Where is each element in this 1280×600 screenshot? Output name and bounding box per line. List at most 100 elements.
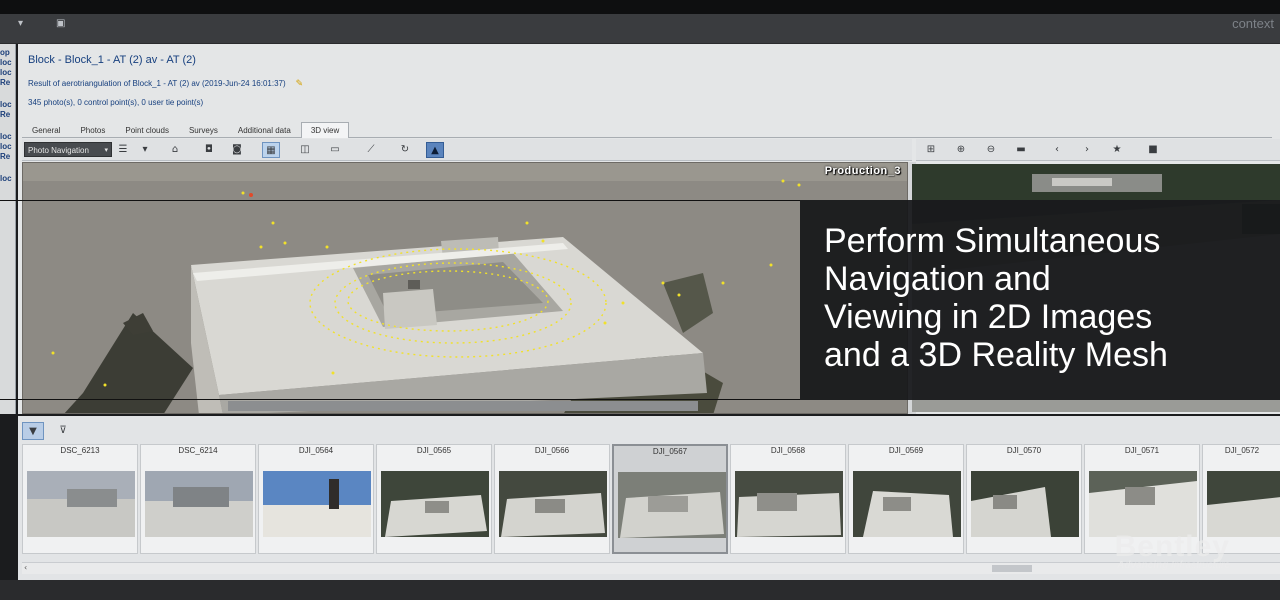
- photo-thumbnail[interactable]: DJI_0569: [848, 444, 964, 554]
- project-tree-panel: op loc loc Re loc Re loc loc Re loc: [0, 44, 16, 414]
- tree-fragment[interactable]: loc: [0, 132, 12, 141]
- tab-3d-view[interactable]: 3D view: [300, 122, 350, 138]
- tree-fragment[interactable]: loc: [0, 58, 12, 67]
- photo-name: DJI_0564: [298, 446, 334, 455]
- bentley-logo: Bentley Advancing Infrastructure: [1060, 530, 1230, 578]
- block-subtitle: Result of aerotriangulation of Block_1 -…: [28, 78, 303, 89]
- photo-strip-toolbar: ▼ ⊽: [20, 420, 1278, 440]
- photo-image: [735, 471, 843, 537]
- navigation-mode-value: Photo Navigation: [28, 146, 89, 155]
- zoom-in-icon[interactable]: ⊕: [952, 142, 970, 158]
- block-tabs: General Photos Point clouds Surveys Addi…: [22, 122, 1272, 138]
- logo-tag-bold: Advancing: [1117, 560, 1169, 571]
- caption-line: Navigation and: [824, 260, 1051, 298]
- logo-tag-rest: Infrastructure: [1168, 560, 1230, 571]
- photo-image: [499, 471, 607, 537]
- photo-thumbnail[interactable]: DJI_0566: [494, 444, 610, 554]
- logo-name: Bentley: [1114, 530, 1230, 563]
- overlay-rule-bottom: [0, 399, 800, 400]
- fit-icon[interactable]: ⊞: [922, 142, 940, 158]
- block-subtitle-text: Result of aerotriangulation of Block_1 -…: [28, 79, 286, 88]
- app-title-strip: ▾ ▣ context: [0, 14, 1280, 44]
- photo-name: DJI_0570: [1006, 446, 1042, 455]
- lock-icon[interactable]: ■: [1144, 142, 1162, 158]
- tab-photos[interactable]: Photos: [70, 122, 115, 138]
- photo-name: DJI_0572: [1224, 446, 1260, 455]
- photo-name: DJI_0571: [1124, 446, 1160, 455]
- edit-pencil-icon[interactable]: ✎: [296, 78, 304, 88]
- zoom-out-icon[interactable]: ⊖: [982, 142, 1000, 158]
- camera-icon[interactable]: ◘: [200, 142, 218, 158]
- window-icon[interactable]: ▣: [56, 18, 70, 30]
- photo-thumbnail-selected[interactable]: DJI_0567: [612, 444, 728, 554]
- screen-icon[interactable]: ▭: [326, 142, 344, 158]
- layers-icon[interactable]: ☰: [114, 142, 132, 158]
- photo-name: DJI_0569: [888, 446, 924, 455]
- block-stats: 345 photo(s), 0 control point(s), 0 user…: [28, 98, 204, 107]
- measure-icon[interactable]: ⟋: [362, 142, 380, 158]
- tree-fragment[interactable]: loc: [0, 68, 12, 77]
- caption-line: Perform Simultaneous: [824, 222, 1161, 260]
- overlay-rule-top: [0, 200, 800, 201]
- logo-tagline: Advancing Infrastructure: [1060, 560, 1230, 571]
- caption-line: Viewing in 2D Images: [824, 298, 1153, 336]
- chevron-down-icon[interactable]: ▾: [136, 142, 154, 158]
- tree-fragment[interactable]: Re: [0, 110, 10, 119]
- viewer-toolbar: Photo Navigation ▾ ☰ ▾ ⌂ ◘ ◙ ▦ ◫ ▭ ⟋ ↻ ▲: [22, 139, 912, 161]
- scroll-left-icon[interactable]: ‹: [24, 563, 27, 572]
- window-bottom-bar: [0, 580, 1280, 600]
- filter-icon[interactable]: ▼: [22, 422, 44, 440]
- photo-toolbar: ⊞ ⊕ ⊖ ▬ ‹ › ★ ■: [916, 139, 1280, 161]
- tab-general[interactable]: General: [22, 122, 70, 138]
- home-icon[interactable]: ⌂: [166, 142, 184, 158]
- tree-fragment[interactable]: Re: [0, 152, 10, 161]
- viewport-production-label: Production_3: [824, 165, 901, 177]
- photo-image: [263, 471, 371, 537]
- tab-point-clouds[interactable]: Point clouds: [115, 122, 179, 138]
- wireframe-icon[interactable]: ◫: [296, 142, 314, 158]
- caption-text: Perform Simultaneous Navigation and View…: [824, 222, 1274, 374]
- photo-image: [1089, 471, 1197, 537]
- photo-image: [381, 471, 489, 537]
- photo-thumbnail[interactable]: DSC_6214: [140, 444, 256, 554]
- tree-fragment[interactable]: Re: [0, 78, 10, 87]
- photo-name: DJI_0565: [416, 446, 452, 455]
- photo-thumbnail[interactable]: DJI_0568: [730, 444, 846, 554]
- refresh-icon[interactable]: ↻: [396, 142, 414, 158]
- scrollbar-thumb[interactable]: [992, 565, 1032, 572]
- tree-fragment[interactable]: op: [0, 48, 10, 57]
- tree-fragment[interactable]: loc: [0, 100, 12, 109]
- photo-image: [145, 471, 253, 537]
- window-top-bar: [0, 0, 1280, 14]
- photo-image: [1207, 471, 1280, 537]
- lock-icon[interactable]: ▲: [426, 142, 444, 158]
- camera-filled-icon[interactable]: ◙: [228, 142, 246, 158]
- photo-image: [853, 471, 961, 537]
- photo-thumbnail[interactable]: DJI_0565: [376, 444, 492, 554]
- next-icon[interactable]: ›: [1078, 142, 1096, 158]
- menu-icon[interactable]: ▾: [18, 18, 32, 30]
- filter-edit-icon[interactable]: ⊽: [52, 422, 74, 440]
- star-icon[interactable]: ★: [1108, 142, 1126, 158]
- tree-fragment[interactable]: loc: [0, 174, 12, 183]
- photo-image: [27, 471, 135, 537]
- photo-name: DJI_0568: [770, 446, 806, 455]
- photo-name: DJI_0566: [534, 446, 570, 455]
- block-title: Block - Block_1 - AT (2) av - AT (2): [28, 54, 196, 66]
- screen: ▾ ▣ context op loc loc Re loc Re loc loc…: [0, 0, 1280, 600]
- chevron-down-icon: ▾: [104, 146, 108, 154]
- navigation-mode-select[interactable]: Photo Navigation ▾: [24, 142, 112, 157]
- photo-thumbnail[interactable]: DSC_6213: [22, 444, 138, 554]
- minus-icon[interactable]: ▬: [1012, 142, 1030, 158]
- photo-image: [971, 471, 1079, 537]
- tree-fragment[interactable]: loc: [0, 142, 12, 151]
- tab-additional-data[interactable]: Additional data: [228, 122, 301, 138]
- photo-image: [618, 472, 726, 538]
- photo-thumbnail[interactable]: DJI_0564: [258, 444, 374, 554]
- tab-surveys[interactable]: Surveys: [179, 122, 228, 138]
- photo-name: DSC_6213: [60, 446, 100, 455]
- caption-line: and a 3D Reality Mesh: [824, 336, 1168, 374]
- brand-fragment: context: [1232, 16, 1274, 31]
- prev-icon[interactable]: ‹: [1048, 142, 1066, 158]
- checkerboard-icon[interactable]: ▦: [262, 142, 280, 158]
